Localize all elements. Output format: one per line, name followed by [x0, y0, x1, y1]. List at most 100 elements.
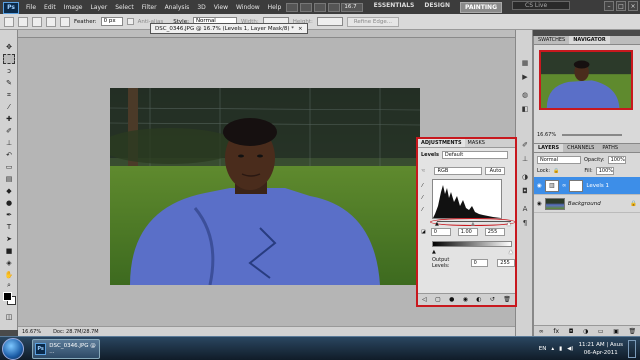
new-selection-button[interactable]	[18, 16, 28, 27]
quick-select-tool-icon[interactable]: ✎	[3, 78, 15, 88]
workspace-painting[interactable]: PAINTING	[459, 2, 502, 13]
actions-panel-icon[interactable]: ▶	[519, 72, 531, 82]
output-white-handle[interactable]: ▲	[509, 249, 513, 255]
pen-tool-icon[interactable]: ✒	[3, 210, 15, 220]
tab-channels[interactable]: CHANNELS	[563, 144, 598, 152]
black-point-handle[interactable]: ▲	[435, 221, 439, 227]
tab-adjustments[interactable]: ADJUSTMENTS	[418, 139, 465, 147]
output-black-handle[interactable]: ▲	[432, 249, 436, 255]
clone-source-icon[interactable]: ⊥	[519, 154, 531, 164]
language-indicator[interactable]: EN	[539, 346, 547, 352]
styles-panel-icon[interactable]: ◧	[519, 104, 531, 114]
menu-3d[interactable]: 3D	[193, 4, 209, 11]
hand-tool-icon[interactable]: ✋	[3, 270, 15, 280]
clip-to-layer-icon[interactable]: ●	[449, 296, 454, 303]
zoom-tool-icon[interactable]: ⌕	[3, 280, 15, 290]
layer-row-background[interactable]: ◉ Background 🔒	[534, 195, 640, 213]
tray-arrow-icon[interactable]: ▴	[551, 346, 554, 352]
minimize-button[interactable]: –	[604, 1, 614, 11]
menu-analysis[interactable]: Analysis	[161, 4, 194, 11]
menu-file[interactable]: File	[22, 4, 40, 11]
workspace-design[interactable]: DESIGN	[424, 2, 450, 13]
cs-live-field[interactable]: CS Live	[512, 1, 570, 10]
marquee-preset-button[interactable]	[4, 16, 14, 27]
input-levels-slider[interactable]: ▲ ▲ ▲	[430, 218, 516, 227]
foreground-color-swatch[interactable]	[3, 292, 12, 301]
auto-button[interactable]: Auto	[485, 167, 506, 175]
new-group-icon[interactable]: ▭	[598, 328, 604, 335]
masks-panel-icon[interactable]: ◘	[519, 186, 531, 196]
adjustments-panel-icon[interactable]: ◑	[519, 172, 531, 182]
type-tool-icon[interactable]: T	[3, 222, 15, 232]
document-photo[interactable]	[110, 88, 420, 285]
3d-tool-icon[interactable]: ◈	[3, 258, 15, 268]
output-black-field[interactable]: 0	[470, 259, 489, 267]
reset-icon[interactable]: ↺	[490, 296, 495, 303]
start-button[interactable]	[2, 338, 24, 360]
menu-image[interactable]: Image	[60, 4, 87, 11]
add-selection-button[interactable]	[32, 16, 42, 27]
white-point-eyedropper-icon[interactable]: ⁄	[422, 207, 423, 213]
menu-window[interactable]: Window	[232, 4, 264, 11]
black-point-eyedropper-icon[interactable]: ⁄	[422, 183, 423, 189]
layer-mask-thumbnail[interactable]	[569, 179, 584, 192]
navigator-zoom-field[interactable]: 16.67%	[537, 132, 556, 138]
channel-select[interactable]: RGB	[434, 167, 483, 175]
zoom-tool-button[interactable]	[328, 2, 341, 12]
eye-icon[interactable]: ◉	[537, 183, 542, 189]
network-icon[interactable]: ▮	[559, 346, 562, 352]
doc-size-info[interactable]: Doc: 28.7M/28.7M	[53, 329, 99, 335]
trash-icon[interactable]: 🗑	[503, 296, 511, 303]
gamma-handle[interactable]: ▲	[471, 221, 475, 227]
clone-stamp-tool-icon[interactable]: ⊥	[3, 138, 15, 148]
quick-mask-icon[interactable]: ◫	[3, 312, 15, 322]
input-gamma-field[interactable]: 1.00	[457, 228, 478, 236]
menu-layer[interactable]: Layer	[86, 4, 111, 11]
workspace-essentials[interactable]: ESSENTIALS	[374, 2, 415, 13]
gradient-tool-icon[interactable]: ▤	[3, 174, 15, 184]
chain-icon[interactable]: ∞	[562, 183, 567, 189]
healing-tool-icon[interactable]: ✚	[3, 114, 15, 124]
hand-tool-button[interactable]	[314, 2, 327, 12]
brush-icon[interactable]: ✐	[519, 140, 531, 150]
menu-filter[interactable]: Filter	[138, 4, 161, 11]
layer-row-levels[interactable]: ◉ ▥ ∞ Levels 1	[534, 177, 640, 195]
history-brush-tool-icon[interactable]: ↶	[3, 150, 15, 160]
antialias-checkbox[interactable]	[126, 18, 134, 25]
close-button[interactable]: ×	[628, 1, 638, 11]
return-to-list-icon[interactable]: ◁	[422, 296, 427, 303]
navigator-zoom-slider[interactable]	[562, 134, 622, 136]
height-input[interactable]	[316, 17, 343, 26]
menu-select[interactable]: Select	[111, 4, 138, 11]
blur-tool-icon[interactable]: ◆	[3, 186, 15, 196]
tab-navigator[interactable]: NAVIGATOR	[569, 36, 610, 44]
eraser-tool-icon[interactable]: ▭	[3, 162, 15, 172]
volume-icon[interactable]: ◀)	[567, 346, 573, 352]
preset-select[interactable]: Default	[441, 151, 508, 159]
eye-icon[interactable]: ◉	[537, 201, 542, 207]
fill-field[interactable]: 100%	[595, 167, 614, 175]
menu-help[interactable]: Help	[264, 4, 286, 11]
document-tab[interactable]: DSC_0346.JPG @ 16.7% (Levels 1, Layer Ma…	[150, 23, 308, 34]
lasso-tool-icon[interactable]: ↄ	[3, 66, 15, 76]
opacity-field[interactable]: 100%	[607, 156, 626, 164]
hand-adjust-icon[interactable]: ☜	[421, 168, 425, 174]
output-white-field[interactable]: 255	[497, 259, 516, 267]
path-select-tool-icon[interactable]: ➤	[3, 234, 15, 244]
close-tab-icon[interactable]: ×	[298, 26, 303, 32]
white-point-handle[interactable]: ▲	[507, 221, 511, 227]
lock-icon[interactable]: 🔒	[553, 168, 559, 174]
trash-icon[interactable]: 🗑	[628, 328, 636, 335]
shape-tool-icon[interactable]: ■	[3, 246, 15, 256]
tab-paths[interactable]: PATHS	[598, 144, 622, 152]
marquee-tool-icon[interactable]	[3, 54, 15, 64]
tab-layers[interactable]: LAYERS	[534, 144, 564, 152]
input-white-field[interactable]: 255	[484, 228, 505, 236]
tab-masks[interactable]: MASKS	[465, 139, 488, 147]
mask-icon[interactable]: ◪	[421, 229, 426, 235]
link-layers-icon[interactable]: ∞	[539, 328, 544, 335]
previous-state-icon[interactable]: ◐	[476, 296, 481, 303]
input-black-field[interactable]: 0	[430, 228, 451, 236]
crop-tool-icon[interactable]: ⌗	[3, 90, 15, 100]
minibridge-button[interactable]	[300, 2, 313, 12]
